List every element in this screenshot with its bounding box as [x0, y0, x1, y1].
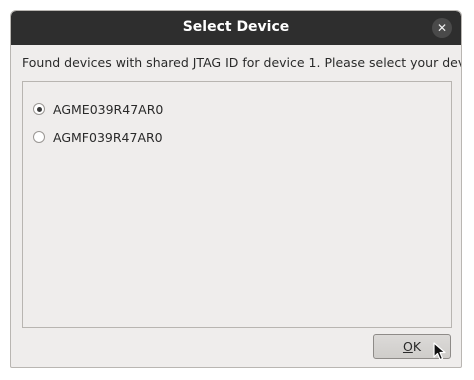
device-option-label: AGME039R47AR0	[53, 101, 164, 117]
title-bar[interactable]: Select Device ✕	[11, 11, 461, 45]
device-list-panel: AGME039R47AR0 AGMF039R47AR0	[22, 81, 452, 328]
ok-label-rest: K	[412, 339, 422, 354]
ok-mnemonic: O	[402, 339, 413, 354]
close-icon: ✕	[436, 21, 448, 35]
instruction-message: Found devices with shared JTAG ID for de…	[22, 55, 462, 70]
radio-button-selected[interactable]	[33, 103, 45, 115]
dialog-title: Select Device	[182, 19, 290, 35]
device-option-2[interactable]: AGMF039R47AR0	[33, 127, 163, 147]
mouse-pointer-icon	[433, 342, 446, 361]
close-button[interactable]: ✕	[432, 18, 452, 38]
device-option-label: AGMF039R47AR0	[53, 129, 163, 145]
select-device-dialog: Select Device ✕ Found devices with share…	[10, 10, 462, 368]
device-option-1[interactable]: AGME039R47AR0	[33, 99, 163, 119]
radio-button-unselected[interactable]	[33, 131, 45, 143]
